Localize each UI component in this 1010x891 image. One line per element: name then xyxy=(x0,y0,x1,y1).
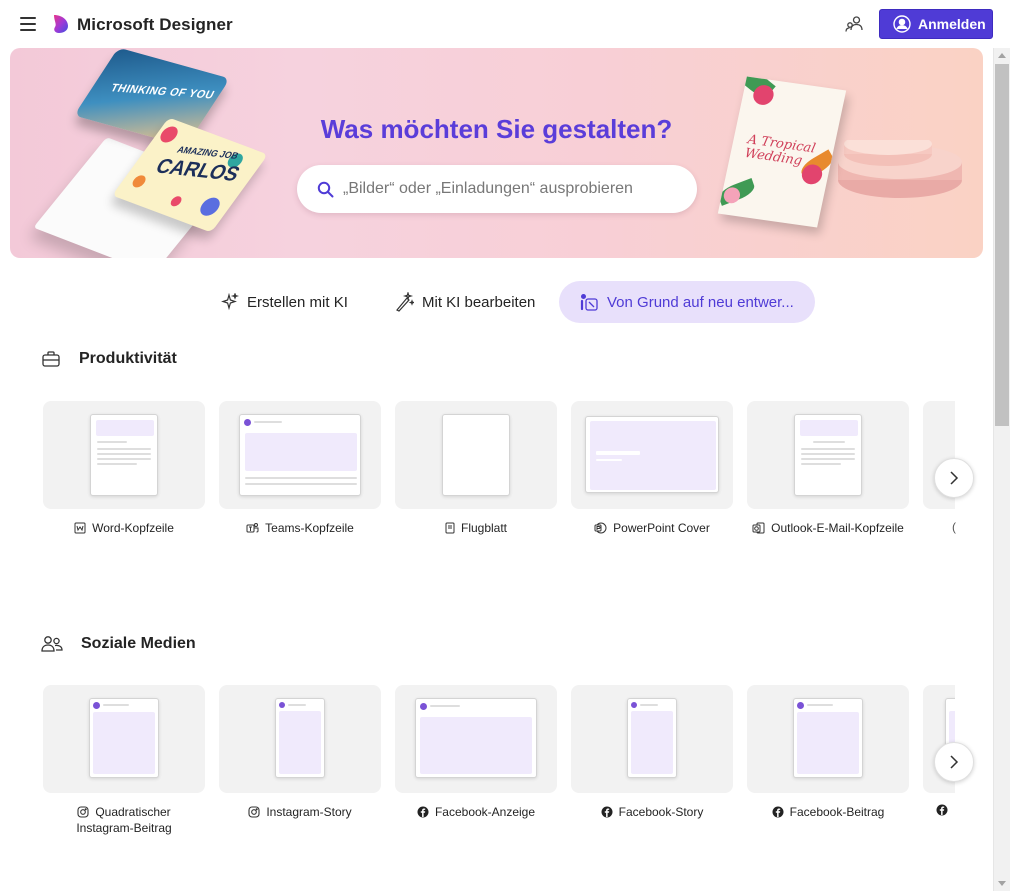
sign-in-label: Anmelden xyxy=(918,16,986,32)
tile-label-outlook-header: Outlook-E-Mail-Kopfzeile xyxy=(747,520,909,536)
tile-label-instagram-square-post: Quadratischer Instagram-Beitrag xyxy=(76,805,172,835)
tile-label-powerpoint-cover: PowerPoint Cover xyxy=(571,520,733,536)
tab-create-with-ai-label: Erstellen mit KI xyxy=(247,293,348,311)
tile-label-flyer: Flugblatt xyxy=(395,520,557,536)
tile-label-partial-social xyxy=(936,804,948,819)
wedding-invitation-illustration: A Tropical Wedding xyxy=(717,76,847,228)
app-title: Microsoft Designer xyxy=(77,15,233,34)
facebook-icon xyxy=(772,806,784,818)
top-bar: Microsoft Designer Anmelden xyxy=(0,0,1010,48)
social-next-button[interactable] xyxy=(934,742,974,782)
designer-logo-icon xyxy=(54,15,68,33)
search-input[interactable] xyxy=(343,180,673,198)
tab-create-with-ai[interactable]: Erstellen mit KI xyxy=(221,281,348,323)
template-tile-facebook-post[interactable] xyxy=(747,685,909,793)
thinking-card-text: THINKING OF YOU xyxy=(108,82,217,102)
share-people-icon[interactable] xyxy=(844,14,864,34)
menu-icon[interactable] xyxy=(18,14,38,34)
facebook-icon xyxy=(936,804,948,816)
magic-wand-icon xyxy=(396,292,414,312)
scroll-thumb[interactable] xyxy=(995,64,1009,426)
scroll-down-arrow-icon[interactable] xyxy=(998,881,1006,886)
scroll-up-arrow-icon[interactable] xyxy=(998,53,1006,58)
template-tile-teams-header[interactable] xyxy=(219,401,381,509)
tile-label-facebook-story: Facebook-Story xyxy=(571,804,733,820)
template-tile-word-header[interactable] xyxy=(43,401,205,509)
user-avatar-icon xyxy=(893,15,911,33)
tile-label-instagram-story: Instagram-Story xyxy=(219,804,381,820)
template-tile-outlook-header[interactable] xyxy=(747,401,909,509)
productivity-next-button[interactable] xyxy=(934,458,974,498)
tile-label-partial: ( xyxy=(952,520,956,534)
briefcase-icon xyxy=(42,351,60,367)
search-box[interactable] xyxy=(297,165,697,213)
tile-label-facebook-post: Facebook-Beitrag xyxy=(747,804,909,820)
word-icon xyxy=(74,522,86,534)
tile-label-word-header: Word-Kopfzeile xyxy=(43,520,205,536)
vertical-scrollbar[interactable] xyxy=(993,48,1010,891)
tab-edit-with-ai[interactable]: Mit KI bearbeiten xyxy=(394,281,535,323)
people-icon xyxy=(41,636,63,652)
tile-label-facebook-ad: Facebook-Anzeige xyxy=(395,804,557,820)
facebook-icon xyxy=(601,806,613,818)
wedding-card-text: A Tropical Wedding xyxy=(743,132,817,169)
tab-design-from-scratch[interactable]: Von Grund auf neu entwer... xyxy=(559,281,815,323)
section-title-productivity: Produktivität xyxy=(79,350,177,367)
template-tile-powerpoint-cover[interactable] xyxy=(571,401,733,509)
tab-design-from-scratch-label: Von Grund auf neu entwer... xyxy=(607,293,794,311)
template-tile-instagram-story[interactable] xyxy=(219,685,381,793)
powerpoint-icon xyxy=(594,522,607,534)
instagram-icon xyxy=(77,806,89,818)
section-header-productivity: Produktivität xyxy=(41,349,177,369)
section-header-social: Soziale Medien xyxy=(41,634,196,654)
chevron-right-icon xyxy=(950,471,959,485)
facebook-icon xyxy=(417,806,429,818)
teams-icon xyxy=(246,523,259,533)
section-title-social: Soziale Medien xyxy=(81,635,196,652)
tile-label-teams-header: Teams-Kopfzeile xyxy=(219,520,381,536)
flyer-icon xyxy=(445,522,455,534)
sign-in-button[interactable]: Anmelden xyxy=(879,9,993,39)
sparkle-icon xyxy=(221,293,239,311)
design-icon xyxy=(580,294,598,311)
chevron-right-icon xyxy=(950,755,959,769)
hero-banner: THINKING OF YOU AMAZING JOB CARLOS Was m… xyxy=(10,48,983,258)
outlook-icon xyxy=(752,522,765,534)
instagram-icon xyxy=(248,806,260,818)
template-tile-flyer[interactable] xyxy=(395,401,557,509)
template-tile-instagram-square-post[interactable] xyxy=(43,685,205,793)
template-tile-facebook-story[interactable] xyxy=(571,685,733,793)
search-icon xyxy=(317,181,334,197)
pedestal-illustration xyxy=(838,140,962,198)
template-tile-facebook-ad[interactable] xyxy=(395,685,557,793)
tab-edit-with-ai-label: Mit KI bearbeiten xyxy=(422,293,536,311)
